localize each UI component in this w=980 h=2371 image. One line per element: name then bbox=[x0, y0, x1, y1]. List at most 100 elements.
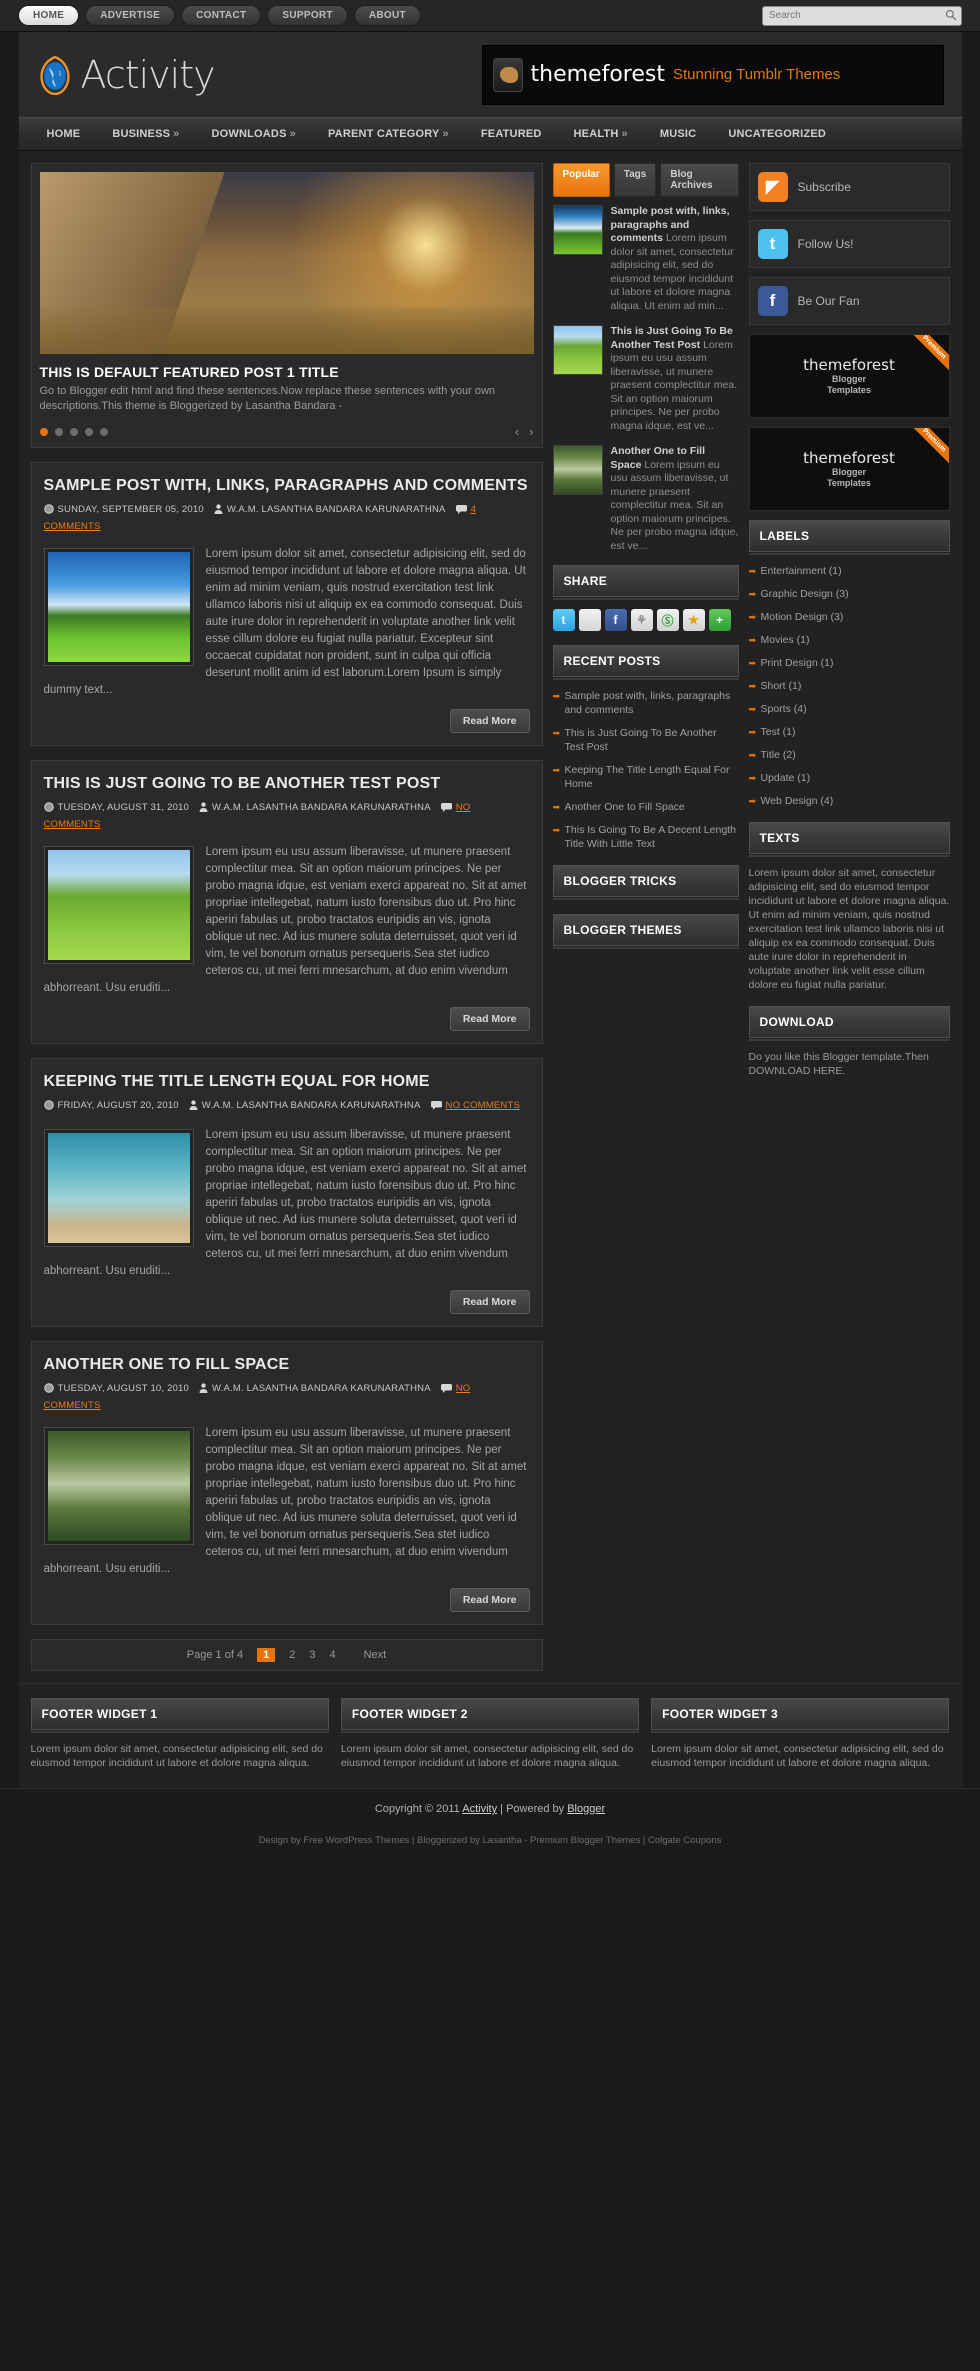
label-link[interactable]: Short (1) bbox=[749, 679, 950, 693]
label-link[interactable]: Print Design (1) bbox=[749, 656, 950, 670]
main-column: THIS IS DEFAULT FEATURED POST 1 TITLE Go… bbox=[30, 163, 543, 1671]
chevron-right-icon: » bbox=[173, 128, 180, 140]
top-nav-item-home[interactable]: HOME bbox=[18, 5, 80, 26]
slider-dot-5[interactable] bbox=[99, 427, 108, 436]
post-thumbnail[interactable] bbox=[43, 1129, 194, 1247]
label-link[interactable]: Entertainment (1) bbox=[749, 564, 950, 578]
copyright-blogger-link[interactable]: Blogger bbox=[567, 1803, 605, 1815]
tab-blog-archives[interactable]: Blog Archives bbox=[660, 163, 739, 197]
popular-post-item[interactable]: This is Just Going To Be Another Test Po… bbox=[552, 325, 739, 433]
popular-post-text: Another One to Fill Space Lorem ipsum eu… bbox=[611, 445, 739, 553]
label-link[interactable]: Motion Design (3) bbox=[749, 610, 950, 624]
recent-post-link[interactable]: Keeping The Title Length Equal For Home bbox=[553, 763, 739, 791]
post-thumbnail[interactable] bbox=[43, 846, 194, 964]
top-nav-item-support[interactable]: SUPPORT bbox=[267, 5, 348, 26]
site-logo[interactable]: Activity bbox=[37, 52, 216, 97]
sidebar-ads: Premium themeforest Blogger Templates Pre… bbox=[748, 334, 950, 511]
popular-post-item[interactable]: Another One to Fill Space Lorem ipsum eu… bbox=[552, 445, 739, 553]
share-buttons: t f ⚘ Ⓢ ★ + bbox=[552, 609, 739, 631]
tab-popular[interactable]: Popular bbox=[552, 163, 610, 197]
read-more-button[interactable]: Read More bbox=[449, 1290, 530, 1314]
ad-title: themeforest bbox=[803, 449, 895, 467]
post-meta: SUNDAY, SEPTEMBER 05, 2010 W.A.M. LASANT… bbox=[44, 502, 530, 534]
top-nav-item-about[interactable]: ABOUT bbox=[353, 5, 421, 26]
post-thumbnail[interactable] bbox=[43, 548, 194, 666]
main-nav-item-music[interactable]: MUSIC bbox=[644, 117, 712, 151]
top-nav-item-advertise[interactable]: ADVERTISE bbox=[85, 5, 176, 26]
label-link[interactable]: Web Design (4) bbox=[749, 794, 950, 808]
post-meta: TUESDAY, AUGUST 10, 2010 W.A.M. LASANTHA… bbox=[44, 1381, 530, 1413]
read-more-button[interactable]: Read More bbox=[449, 1007, 530, 1031]
post-article: SAMPLE POST WITH, LINKS, PARAGRAPHS AND … bbox=[30, 462, 543, 746]
top-navigation: HOME ADVERTISE CONTACT SUPPORT ABOUT bbox=[18, 5, 421, 26]
stumbleupon-icon[interactable]: Ⓢ bbox=[656, 609, 679, 631]
search-icon[interactable] bbox=[945, 9, 957, 21]
main-nav-item-downloads[interactable]: DOWNLOADS» bbox=[195, 117, 311, 151]
main-nav-item-uncategorized[interactable]: UNCATEGORIZED bbox=[712, 117, 842, 151]
main-nav-item-parent-category[interactable]: PARENT CATEGORY» bbox=[312, 117, 465, 151]
post-title[interactable]: KEEPING THE TITLE LENGTH EQUAL FOR HOME bbox=[44, 1071, 530, 1092]
main-nav-label: HOME bbox=[46, 128, 81, 140]
delicious-icon[interactable] bbox=[578, 609, 601, 631]
pagination-page-3[interactable]: 3 bbox=[309, 1649, 315, 1661]
label-link[interactable]: Sports (4) bbox=[749, 702, 950, 716]
slider-dot-4[interactable] bbox=[84, 427, 93, 436]
pagination-page-1[interactable]: 1 bbox=[257, 1648, 276, 1662]
addthis-icon[interactable]: + bbox=[708, 609, 731, 631]
sidebar-ad-banner[interactable]: Premium themeforest Blogger Templates bbox=[748, 334, 950, 418]
footer-widget-rule bbox=[30, 1731, 329, 1733]
slider-dot-2[interactable] bbox=[54, 427, 63, 436]
label-link[interactable]: Title (2) bbox=[749, 748, 950, 762]
label-link[interactable]: Test (1) bbox=[749, 725, 950, 739]
recent-post-link[interactable]: Another One to Fill Space bbox=[553, 800, 739, 814]
main-nav-item-health[interactable]: HEALTH» bbox=[558, 117, 644, 151]
post-thumbnail[interactable] bbox=[43, 1427, 194, 1545]
social-box-follow-us-[interactable]: t Follow Us! bbox=[748, 220, 950, 268]
read-more-button[interactable]: Read More bbox=[449, 1588, 530, 1612]
post-title[interactable]: THIS IS JUST GOING TO BE ANOTHER TEST PO… bbox=[44, 773, 530, 794]
popular-post-item[interactable]: Sample post with, links, paragraphs and … bbox=[552, 205, 739, 313]
footer-widget-rule bbox=[340, 1731, 640, 1733]
post-title[interactable]: SAMPLE POST WITH, LINKS, PARAGRAPHS AND … bbox=[44, 475, 530, 496]
label-link[interactable]: Update (1) bbox=[749, 771, 950, 785]
slider-dot-1[interactable] bbox=[39, 427, 48, 436]
social-box-be-our-fan[interactable]: f Be Our Fan bbox=[748, 277, 950, 325]
sidebar-ad-banner[interactable]: Premium themeforest Blogger Templates bbox=[748, 427, 950, 511]
slider-arrows[interactable]: ‹ › bbox=[515, 424, 534, 439]
featured-slider[interactable]: THIS IS DEFAULT FEATURED POST 1 TITLE Go… bbox=[30, 163, 543, 448]
social-box-subscribe[interactable]: ◤ Subscribe bbox=[748, 163, 950, 211]
slider-dots[interactable] bbox=[39, 427, 108, 436]
label-link[interactable]: Movies (1) bbox=[749, 633, 950, 647]
tab-tags[interactable]: Tags bbox=[613, 163, 657, 197]
main-nav-item-featured[interactable]: FEATURED bbox=[465, 117, 558, 151]
recent-post-link[interactable]: Sample post with, links, paragraphs and … bbox=[553, 689, 739, 717]
footer-widget-body: Lorem ipsum dolor sit amet, consectetur … bbox=[651, 1743, 944, 1769]
search-input[interactable] bbox=[762, 5, 962, 26]
myspace-icon[interactable]: ⚘ bbox=[630, 609, 653, 631]
share-widget-title: SHARE bbox=[552, 565, 739, 597]
site-title: Activity bbox=[80, 52, 216, 97]
header-banner-ad[interactable]: themeforest Stunning Tumblr Themes bbox=[481, 44, 944, 105]
blogger-tricks-rule bbox=[552, 898, 739, 900]
recent-post-link[interactable]: This is Just Going To Be Another Test Po… bbox=[553, 726, 739, 754]
post-comments-link[interactable]: NO COMMENTS bbox=[446, 1100, 521, 1111]
recent-post-link[interactable]: This Is Going To Be A Decent Length Titl… bbox=[553, 823, 739, 851]
footer-widget-rule bbox=[651, 1731, 950, 1733]
slider-next-arrow[interactable]: › bbox=[529, 424, 533, 439]
pagination-next[interactable]: Next bbox=[364, 1649, 387, 1661]
top-nav-item-contact[interactable]: CONTACT bbox=[181, 5, 262, 26]
pagination-page-2[interactable]: 2 bbox=[289, 1649, 295, 1661]
pagination-page-4[interactable]: 4 bbox=[329, 1649, 335, 1661]
post-title[interactable]: ANOTHER ONE TO FILL SPACE bbox=[44, 1354, 530, 1375]
main-nav-item-home[interactable]: HOME bbox=[31, 117, 97, 151]
favorites-icon[interactable]: ★ bbox=[682, 609, 705, 631]
slider-dot-3[interactable] bbox=[69, 427, 78, 436]
read-more-button[interactable]: Read More bbox=[449, 709, 530, 733]
right-sidebar: ◤ Subscribe t Follow Us! f Be Our Fan Pr… bbox=[748, 163, 950, 1671]
main-nav-item-business[interactable]: BUSINESS» bbox=[96, 117, 195, 151]
twitter-icon[interactable]: t bbox=[552, 609, 575, 631]
slider-prev-arrow[interactable]: ‹ bbox=[515, 424, 519, 439]
label-link[interactable]: Graphic Design (3) bbox=[749, 587, 950, 601]
facebook-icon[interactable]: f bbox=[604, 609, 627, 631]
copyright-site-link[interactable]: Activity bbox=[462, 1803, 497, 1815]
